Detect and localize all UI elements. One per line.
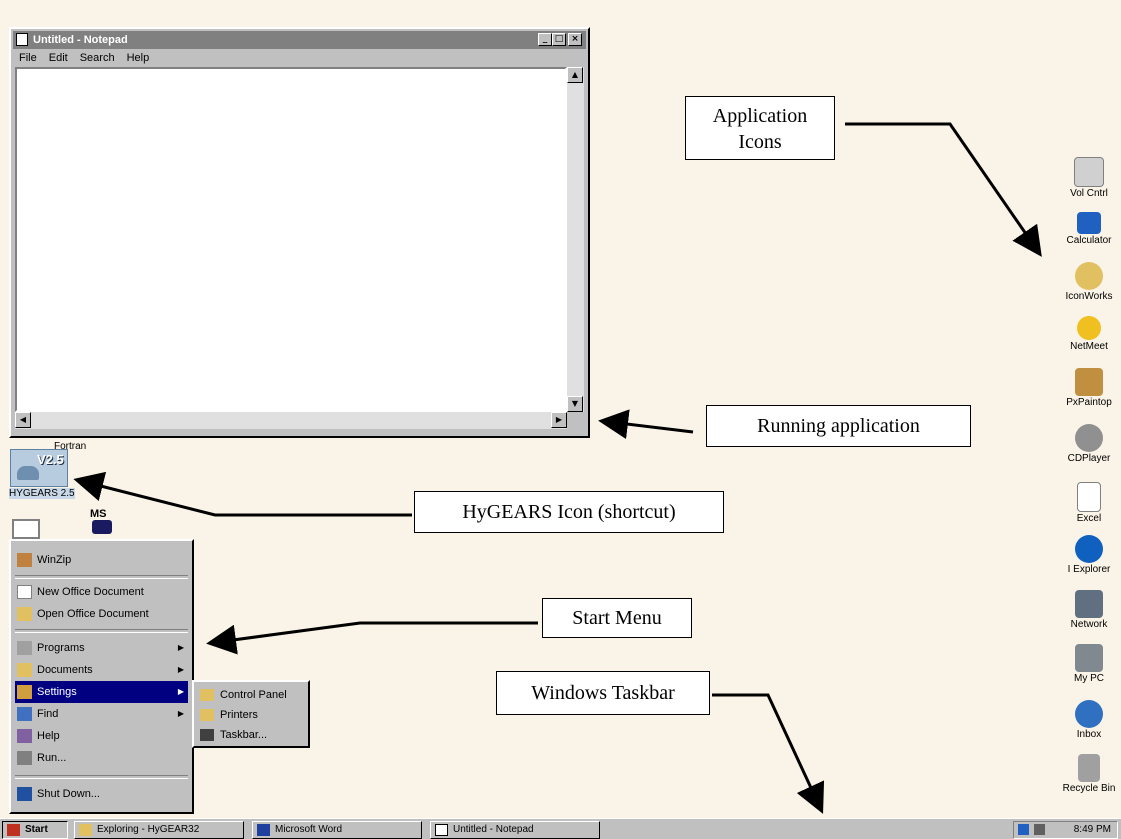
iconworks-icon[interactable]: IconWorks (1059, 262, 1119, 302)
start-menu: WinZip New Office Document Open Office D… (9, 539, 194, 814)
menu-separator (15, 629, 188, 633)
ms-dev-icon[interactable]: MS (90, 508, 118, 538)
menu-item-shut-down[interactable]: Shut Down... (15, 783, 188, 805)
gear-wave-icon (17, 466, 39, 480)
submenu-item-printers[interactable]: Printers (198, 705, 306, 725)
help-icon (17, 729, 32, 743)
menu-item-documents[interactable]: Documents ▶ (15, 659, 188, 681)
control-panel-icon (200, 689, 214, 701)
network-icon[interactable]: Network (1059, 590, 1119, 630)
menu-item-settings[interactable]: Settings ▶ (15, 681, 188, 703)
arrow-to-taskbar (712, 693, 825, 814)
menu-item-open-office-document[interactable]: Open Office Document (15, 603, 188, 625)
taskbar-icon (200, 729, 214, 741)
settings-submenu: Control Panel Printers Taskbar... (192, 680, 310, 748)
start-button[interactable]: Start (2, 821, 68, 839)
winzip-icon (17, 553, 32, 567)
printers-icon (200, 709, 214, 721)
netmeeting-icon[interactable]: NetMeet (1059, 316, 1119, 352)
my-computer-icon[interactable]: My PC (1059, 644, 1119, 684)
menu-item-programs[interactable]: Programs ▶ (15, 637, 188, 659)
inbox-icon[interactable]: Inbox (1059, 700, 1119, 740)
excel-icon[interactable]: Excel (1059, 482, 1119, 524)
menu-item-run[interactable]: Run... (15, 747, 188, 769)
settings-icon (17, 685, 32, 699)
open-folder-icon (17, 607, 32, 621)
taskbar-button-exploring[interactable]: Exploring - HyGEAR32 (74, 821, 244, 839)
arrow-to-start-menu (206, 621, 538, 655)
word-icon (257, 824, 270, 836)
printer-tray-icon[interactable] (1034, 824, 1045, 835)
submenu-item-control-panel[interactable]: Control Panel (198, 685, 306, 705)
taskbar-button-word[interactable]: Microsoft Word (252, 821, 422, 839)
clock[interactable]: 8:49 PM (1074, 822, 1111, 838)
menu-separator (15, 775, 188, 779)
notepad-icon (435, 824, 448, 836)
cd-player-icon[interactable]: CDPlayer (1059, 424, 1119, 464)
taskbar: Start Exploring - HyGEAR32 Microsoft Wor… (0, 818, 1121, 839)
menu-item-winzip[interactable]: WinZip (15, 549, 188, 571)
submenu-arrow-icon: ▶ (177, 643, 184, 652)
menu-item-new-office-document[interactable]: New Office Document (15, 581, 188, 603)
programs-icon (17, 641, 32, 655)
submenu-arrow-icon: ▶ (177, 665, 184, 674)
run-icon (17, 751, 32, 765)
network-tray-icon[interactable] (1018, 824, 1029, 835)
submenu-arrow-icon: ▶ (177, 687, 184, 696)
find-icon (17, 707, 32, 721)
vol-cntrl-icon[interactable]: Vol Cntrl (1059, 157, 1119, 199)
hygears-icon[interactable]: V2.5 (10, 449, 68, 487)
system-tray: 8:49 PM (1013, 821, 1118, 839)
submenu-item-taskbar[interactable]: Taskbar... (198, 725, 306, 745)
taskbar-button-notepad[interactable]: Untitled - Notepad (430, 821, 600, 839)
hygears-label: HYGEARS 2.5 (9, 488, 75, 499)
arrow-to-hygears-icon (73, 471, 412, 517)
new-document-icon (17, 585, 32, 599)
submenu-arrow-icon: ▶ (177, 709, 184, 718)
internet-explorer-icon[interactable]: I Explorer (1059, 535, 1119, 575)
windows-logo-icon (7, 824, 20, 836)
menu-item-help[interactable]: Help (15, 725, 188, 747)
calculator-icon[interactable]: Calculator (1059, 212, 1119, 246)
recycle-bin-icon[interactable]: Recycle Bin (1059, 754, 1119, 794)
explorer-icon (79, 824, 92, 836)
menu-separator (15, 575, 188, 579)
documents-icon (17, 663, 32, 677)
shutdown-icon (17, 787, 32, 801)
arrow-to-app-icons (845, 122, 1042, 257)
paint-icon[interactable]: PxPaintop (1059, 368, 1119, 408)
arrow-to-running-app (598, 409, 694, 440)
menu-item-find[interactable]: Find ▶ (15, 703, 188, 725)
computer-icon[interactable] (12, 519, 40, 539)
